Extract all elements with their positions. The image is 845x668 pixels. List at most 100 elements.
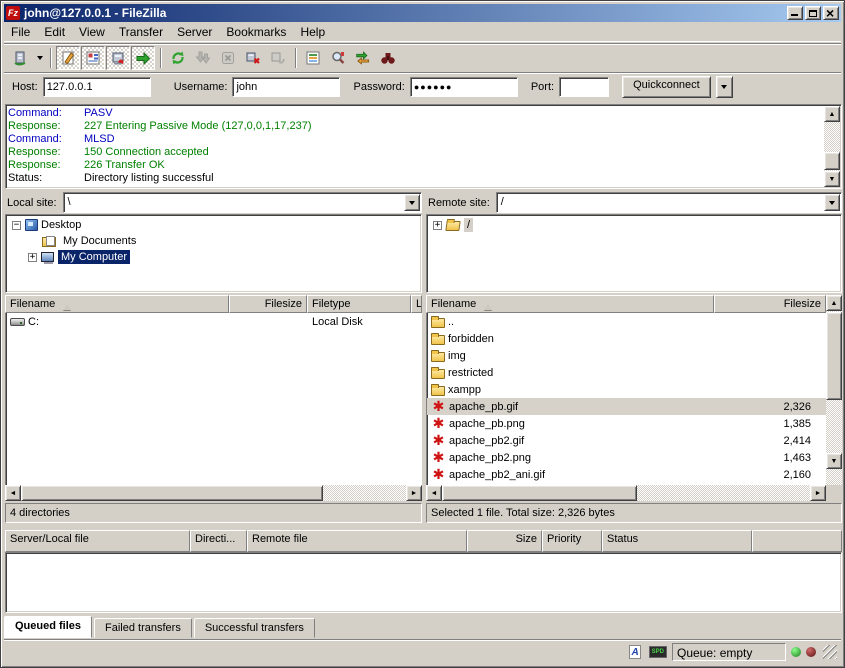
port-input[interactable]	[559, 77, 609, 97]
directory-comparison-button[interactable]	[326, 46, 350, 70]
local-horizontal-scrollbar[interactable]	[5, 485, 422, 501]
scroll-left-icon[interactable]	[5, 485, 21, 501]
tab-successful-transfers[interactable]: Successful transfers	[194, 618, 315, 638]
scroll-right-icon[interactable]	[406, 485, 422, 501]
menu-transfer[interactable]: Transfer	[112, 23, 170, 41]
log-line: Command:MLSD	[8, 133, 824, 146]
file-row[interactable]: apache_pb2_ani.gif2,160	[427, 466, 826, 483]
column-header-filename[interactable]: Filename	[5, 295, 229, 313]
refresh-button[interactable]	[166, 46, 190, 70]
file-row[interactable]: xampp	[427, 381, 826, 398]
resize-grip[interactable]	[823, 645, 837, 659]
file-row[interactable]: restricted	[427, 364, 826, 381]
tree-item-root[interactable]: /	[427, 217, 841, 233]
username-input[interactable]	[232, 77, 340, 97]
transfer-type-indicator[interactable]: A	[627, 644, 644, 661]
column-header-size[interactable]: Size	[467, 530, 542, 552]
quickconnect-button[interactable]: Quickconnect	[622, 76, 711, 98]
toggle-local-tree-button[interactable]	[81, 46, 105, 70]
file-row[interactable]: img	[427, 347, 826, 364]
local-tree-icon	[85, 50, 101, 66]
column-header-last-modified[interactable]: L	[411, 295, 422, 313]
synchronized-browsing-button[interactable]	[351, 46, 375, 70]
site-manager-button[interactable]	[8, 46, 32, 70]
tab-queued-files[interactable]: Queued files	[4, 616, 92, 638]
find-files-button[interactable]	[376, 46, 400, 70]
maximize-button[interactable]	[805, 6, 821, 20]
menu-server[interactable]: Server	[170, 23, 219, 41]
remote-horizontal-scrollbar[interactable]	[426, 485, 826, 501]
combo-dropdown-button[interactable]	[404, 194, 420, 211]
tab-failed-transfers[interactable]: Failed transfers	[94, 618, 192, 638]
scrollbar-thumb[interactable]	[442, 485, 637, 501]
menu-help[interactable]: Help	[293, 23, 332, 41]
scroll-left-icon[interactable]	[426, 485, 442, 501]
column-header-filetype[interactable]: Filetype	[307, 295, 411, 313]
scroll-up-icon[interactable]	[826, 295, 842, 311]
expand-icon[interactable]	[433, 221, 442, 230]
scroll-down-icon[interactable]	[826, 453, 842, 469]
site-manager-dropdown-button[interactable]	[33, 47, 46, 69]
host-input[interactable]	[43, 77, 151, 97]
close-button[interactable]	[823, 6, 839, 20]
file-type: Local Disk	[308, 316, 412, 328]
column-header-filename[interactable]: Filename	[426, 295, 714, 313]
file-row[interactable]: forbidden	[427, 330, 826, 347]
tree-item-my-computer[interactable]: My Computer	[6, 249, 421, 265]
column-header-server-local-file[interactable]: Server/Local file	[5, 530, 190, 552]
process-queue-icon	[195, 50, 211, 66]
file-row-c-drive[interactable]: C: Local Disk	[6, 313, 422, 330]
tree-item-label[interactable]: /	[464, 218, 473, 232]
file-row[interactable]: apache_pb.png1,385	[427, 415, 826, 432]
tree-item-my-documents[interactable]: My Documents	[6, 233, 421, 249]
remote-site-combo[interactable]: /	[496, 192, 842, 213]
tree-item-label[interactable]: Desktop	[38, 218, 84, 232]
log-line: Response:226 Transfer OK	[8, 159, 824, 172]
file-row[interactable]: apache_pb2.gif2,414	[427, 432, 826, 449]
tree-item-desktop[interactable]: Desktop	[6, 217, 421, 233]
queue-list[interactable]	[5, 552, 842, 613]
password-input[interactable]	[410, 77, 518, 97]
menu-file[interactable]: File	[4, 23, 37, 41]
menu-view[interactable]: View	[72, 23, 112, 41]
remote-site-label: Remote site:	[426, 194, 496, 212]
log-scrollbar[interactable]	[824, 106, 840, 187]
file-row-selected[interactable]: apache_pb.gif2,326	[427, 398, 826, 415]
process-queue-button[interactable]	[191, 46, 215, 70]
scroll-down-icon[interactable]	[824, 171, 840, 187]
filter-button[interactable]	[301, 46, 325, 70]
expand-icon[interactable]	[28, 253, 37, 262]
column-header-status[interactable]: Status	[602, 530, 752, 552]
column-header-direction[interactable]: Directi...	[190, 530, 247, 552]
tree-item-label[interactable]: My Computer	[58, 250, 130, 264]
column-header-priority[interactable]: Priority	[542, 530, 602, 552]
file-row[interactable]: ..	[427, 313, 826, 330]
collapse-icon[interactable]	[12, 221, 21, 230]
minimize-button[interactable]	[787, 6, 803, 20]
cancel-operation-button[interactable]	[216, 46, 240, 70]
menu-bookmarks[interactable]: Bookmarks	[219, 23, 293, 41]
disconnect-button[interactable]	[241, 46, 265, 70]
scroll-right-icon[interactable]	[810, 485, 826, 501]
scrollbar-thumb[interactable]	[826, 312, 842, 400]
combo-dropdown-button[interactable]	[824, 194, 840, 211]
password-label: Password:	[353, 81, 404, 93]
quickconnect-dropdown-button[interactable]	[716, 76, 733, 98]
remote-vertical-scrollbar[interactable]	[826, 295, 842, 485]
menu-edit[interactable]: Edit	[37, 23, 72, 41]
toggle-message-log-button[interactable]	[56, 46, 80, 70]
tree-item-label[interactable]: My Documents	[60, 234, 139, 248]
toggle-transfer-queue-button[interactable]	[131, 46, 155, 70]
file-row[interactable]: apache_pb2.png1,463	[427, 449, 826, 466]
scroll-up-icon[interactable]	[824, 106, 840, 122]
reconnect-button[interactable]	[266, 46, 290, 70]
column-header-filesize[interactable]: Filesize	[714, 295, 826, 313]
activity-led-red-icon	[806, 647, 816, 657]
scrollbar-thumb[interactable]	[824, 152, 840, 170]
column-header-remote-file[interactable]: Remote file	[247, 530, 467, 552]
column-header-filesize[interactable]: Filesize	[229, 295, 307, 313]
toggle-remote-tree-button[interactable]	[106, 46, 130, 70]
scrollbar-thumb[interactable]	[21, 485, 323, 501]
local-site-combo[interactable]: \	[63, 192, 422, 213]
speed-limit-icon[interactable]: SPD	[649, 646, 667, 658]
